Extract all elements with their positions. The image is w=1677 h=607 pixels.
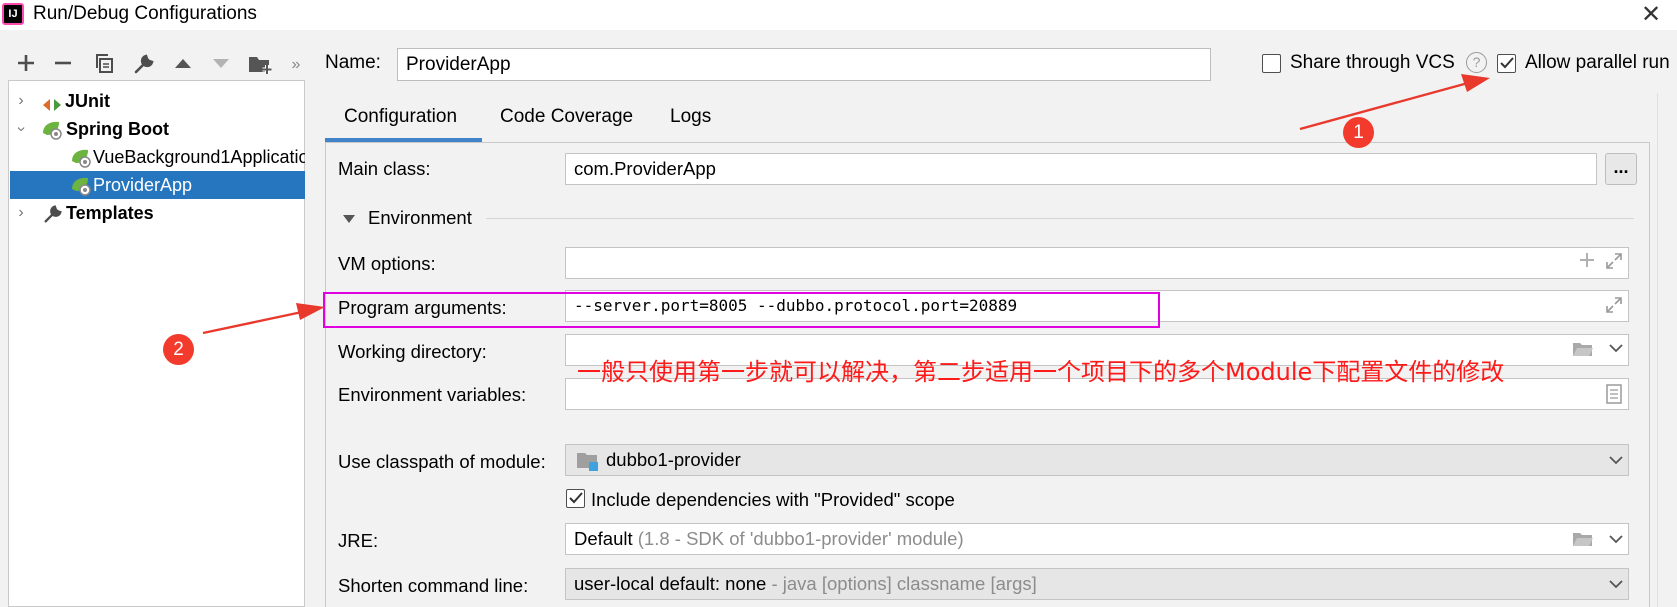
annotation-arrow-1	[1299, 74, 1490, 131]
annotation-arrows	[202, 74, 1490, 335]
annotation-badge-2: 2	[163, 334, 194, 365]
annotation-arrow-2	[202, 303, 325, 335]
annotation-badge-1: 1	[1343, 117, 1374, 148]
annotation-note: 一般只使用第一步就可以解决，第二步适用一个项目下的多个Module下配置文件的修…	[577, 358, 1505, 386]
